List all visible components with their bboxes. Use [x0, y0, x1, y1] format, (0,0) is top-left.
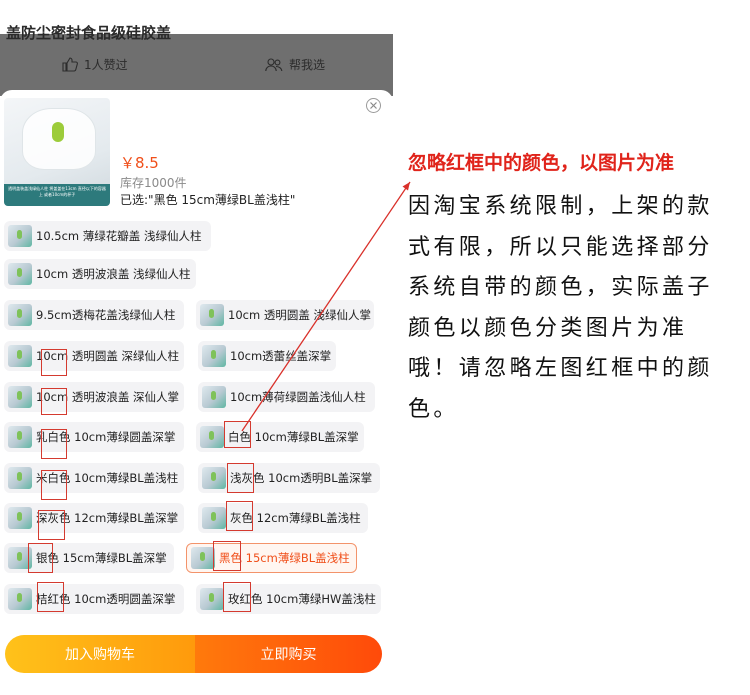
option-label: 10cm透蕾丝盖深掌	[230, 349, 332, 363]
option-label: 10cm 透明波浪盖 深仙人掌	[36, 390, 179, 404]
option-chip[interactable]: 9.5cm透梅花盖浅绿仙人柱	[4, 300, 184, 330]
selected-variant: 已选:"黑色 15cm薄绿BL盖浅柱"	[120, 193, 296, 207]
option-thumbnail-icon	[8, 304, 32, 326]
option-thumbnail-icon	[200, 426, 224, 448]
close-button[interactable]	[366, 98, 381, 113]
option-thumbnail-icon	[8, 547, 32, 569]
option-thumbnail-icon	[8, 588, 32, 610]
option-thumbnail-icon	[202, 507, 226, 529]
option-chip[interactable]: 桔红色 10cm透明圆盖深掌	[4, 584, 184, 614]
option-thumbnail-icon	[8, 426, 32, 448]
add-to-cart-button[interactable]: 加入购物车	[5, 635, 195, 673]
like-row[interactable]: 1人赞过	[62, 56, 128, 73]
option-thumbnail-icon	[191, 547, 215, 569]
option-chip[interactable]: 10cm 透明波浪盖 浅绿仙人柱	[4, 259, 196, 289]
background-title: 盖防尘密封食品级硅胶盖	[6, 24, 172, 42]
option-thumbnail-icon	[8, 507, 32, 529]
option-chip[interactable]: 灰色 12cm薄绿BL盖浅柱	[198, 503, 368, 533]
note-heading: 忽略红框中的颜色，以图片为准	[408, 152, 675, 174]
option-thumbnail-icon	[202, 345, 226, 367]
option-chip[interactable]: 10cm透蕾丝盖深掌	[198, 341, 336, 371]
option-thumbnail-icon	[200, 588, 224, 610]
option-chip[interactable]: 10cm 透明波浪盖 深仙人掌	[4, 382, 184, 412]
option-label: 桔红色 10cm透明圆盖深掌	[36, 592, 176, 606]
option-label: 黑色 15cm薄绿BL盖浅柱	[219, 551, 350, 565]
price: ￥8.5	[120, 154, 159, 172]
option-thumbnail-icon	[202, 467, 226, 489]
option-chip[interactable]: 白色 10cm薄绿BL盖深掌	[196, 422, 364, 452]
option-thumbnail-icon	[8, 345, 32, 367]
buy-now-button[interactable]: 立即购买	[195, 635, 382, 673]
help-label: 帮我选	[289, 58, 326, 72]
option-chip[interactable]: 10cm 透明圆盖 深绿仙人柱	[4, 341, 184, 371]
option-label: 玫红色 10cm薄绿HW盖浅柱	[228, 592, 376, 606]
option-chip[interactable]: 浅灰色 10cm透明BL盖深掌	[198, 463, 380, 493]
option-chip[interactable]: 深灰色 12cm薄绿BL盖深掌	[4, 503, 184, 533]
option-label: 浅灰色 10cm透明BL盖深掌	[230, 471, 373, 485]
option-label: 10cm 透明圆盖 浅绿仙人掌	[228, 308, 371, 322]
option-label: 灰色 12cm薄绿BL盖浅柱	[230, 511, 361, 525]
option-label: 9.5cm透梅花盖浅绿仙人柱	[36, 308, 176, 322]
like-label: 1人赞过	[84, 58, 128, 72]
option-thumbnail-icon	[200, 304, 224, 326]
option-chip[interactable]: 10cm薄荷绿圆盖浅仙人柱	[198, 382, 375, 412]
option-label: 银色 15cm薄绿BL盖深掌	[36, 551, 167, 565]
option-thumbnail-icon	[8, 467, 32, 489]
option-thumbnail-icon	[202, 386, 226, 408]
stock-count: 库存1000件	[120, 176, 187, 190]
option-label: 深灰色 12cm薄绿BL盖深掌	[36, 511, 179, 525]
option-label: 白色 10cm薄绿BL盖深掌	[228, 430, 359, 444]
option-thumbnail-icon	[8, 225, 32, 247]
thumbs-up-icon	[62, 57, 78, 72]
option-label: 米白色 10cm薄绿BL盖浅柱	[36, 471, 179, 485]
option-label: 10.5cm 薄绿花瓣盖 浅绿仙人柱	[36, 229, 202, 243]
option-chip[interactable]: 玫红色 10cm薄绿HW盖浅柱	[196, 584, 381, 614]
option-chip[interactable]: 10.5cm 薄绿花瓣盖 浅绿仙人柱	[4, 221, 211, 251]
option-chip[interactable]: 银色 15cm薄绿BL盖深掌	[4, 543, 174, 573]
option-label: 10cm薄荷绿圆盖浅仙人柱	[230, 390, 366, 404]
option-label: 10cm 透明圆盖 深绿仙人柱	[36, 349, 179, 363]
people-icon	[265, 57, 283, 71]
thumbnail-caption: 透明盖装盖浅绿仙人柱 将盖盖在13cm 直径以下的容器上 或者10cm的杯子	[4, 184, 110, 206]
option-thumbnail-icon	[8, 386, 32, 408]
option-label: 10cm 透明波浪盖 浅绿仙人柱	[36, 267, 191, 281]
option-chip[interactable]: 乳白色 10cm薄绿圆盖深掌	[4, 422, 184, 452]
cactus-icon	[52, 122, 64, 142]
option-label: 乳白色 10cm薄绿圆盖深掌	[36, 430, 176, 444]
option-thumbnail-icon	[8, 263, 32, 285]
option-chip[interactable]: 黑色 15cm薄绿BL盖浅柱	[186, 543, 357, 573]
product-thumbnail[interactable]: 透明盖装盖浅绿仙人柱 将盖盖在13cm 直径以下的容器上 或者10cm的杯子	[4, 98, 110, 206]
close-icon	[370, 102, 377, 109]
note-body: 因淘宝系统限制，上架的款式有限，所以只能选择部分系统自带的颜色，实际盖子颜色以颜…	[408, 194, 713, 422]
product-sku-sheet-screenshot: 盖防尘密封食品级硅胶盖 1人赞过 帮我选 透明盖装盖浅绿仙人柱 将盖盖在13cm…	[0, 0, 393, 695]
help-row[interactable]: 帮我选	[265, 56, 325, 73]
option-chip[interactable]: 米白色 10cm薄绿BL盖浅柱	[4, 463, 184, 493]
option-chip[interactable]: 10cm 透明圆盖 浅绿仙人掌	[196, 300, 374, 330]
